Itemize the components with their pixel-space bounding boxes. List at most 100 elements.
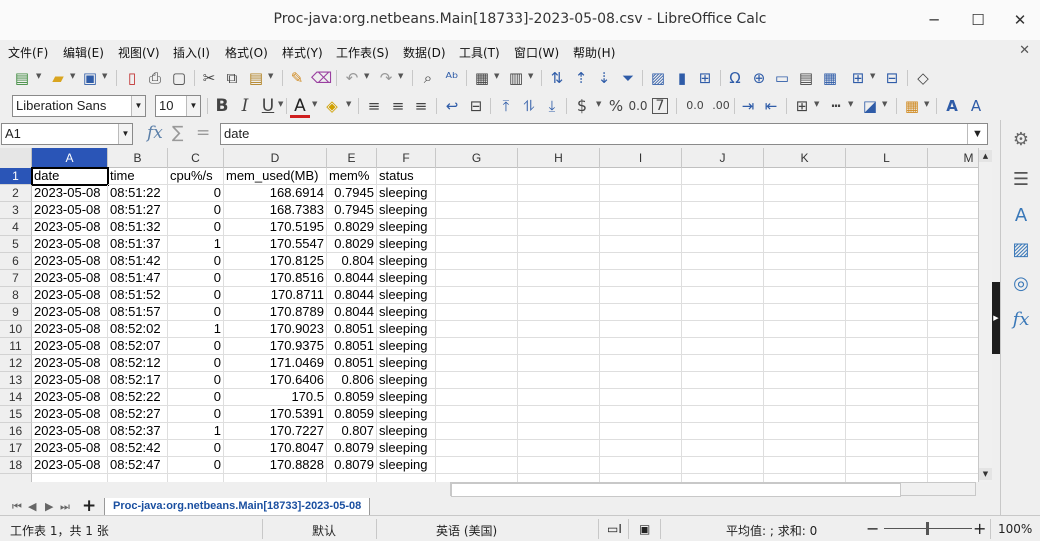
- cell-b9[interactable]: 08:51:57: [108, 304, 168, 321]
- cell-f13[interactable]: sleeping: [377, 372, 436, 389]
- row-header[interactable]: 15: [0, 406, 32, 423]
- row-icon[interactable]: ▦: [472, 68, 492, 88]
- cell-e13[interactable]: 0.806: [327, 372, 377, 389]
- cell-a17[interactable]: 2023-05-08: [32, 440, 108, 457]
- border-color-dropdown-icon[interactable]: ▼: [882, 100, 887, 108]
- cell-jnext[interactable]: [682, 474, 764, 482]
- sort-ascending-icon[interactable]: ⇡: [571, 68, 591, 88]
- cell-k15[interactable]: [764, 406, 846, 423]
- cell-g3[interactable]: [436, 202, 518, 219]
- percent-button[interactable]: %: [606, 96, 626, 116]
- cell-e11[interactable]: 0.8051: [327, 338, 377, 355]
- sum-icon[interactable]: ∑: [172, 123, 183, 143]
- cell-f7[interactable]: sleeping: [377, 270, 436, 287]
- cell-b14[interactable]: 08:52:22: [108, 389, 168, 406]
- column-icon[interactable]: ▥: [506, 68, 526, 88]
- row-dropdown-icon[interactable]: ▼: [494, 72, 499, 80]
- insert-chart-icon[interactable]: ▮: [672, 68, 692, 88]
- equals-icon[interactable]: =: [196, 123, 210, 143]
- cell-i14[interactable]: [600, 389, 682, 406]
- sheet-tab-active[interactable]: Proc-java:org.netbeans.Main[18733]-2023-…: [104, 498, 371, 516]
- cell-d4[interactable]: 170.5195: [224, 219, 327, 236]
- redo-dropdown-icon[interactable]: ▼: [398, 72, 403, 80]
- cell-a9[interactable]: 2023-05-08: [32, 304, 108, 321]
- cell-gnext[interactable]: [436, 474, 518, 482]
- column-header-m[interactable]: M: [928, 148, 978, 168]
- cell-d1[interactable]: mem_used(MB): [224, 168, 327, 185]
- menu-window[interactable]: 窗口(W): [514, 44, 559, 61]
- hyperlink-icon[interactable]: ⊕: [749, 68, 769, 88]
- select-all-corner[interactable]: [0, 148, 32, 168]
- decrease-indent-icon[interactable]: ⇤: [761, 96, 781, 116]
- column-header-j[interactable]: J: [682, 148, 764, 168]
- cell-f10[interactable]: sleeping: [377, 321, 436, 338]
- cell-e3[interactable]: 0.7945: [327, 202, 377, 219]
- cell-i16[interactable]: [600, 423, 682, 440]
- cell-a3[interactable]: 2023-05-08: [32, 202, 108, 219]
- cell-j8[interactable]: [682, 287, 764, 304]
- cell-m18[interactable]: [928, 457, 978, 474]
- cell-h8[interactable]: [518, 287, 600, 304]
- print-preview-icon[interactable]: ▢: [169, 68, 189, 88]
- menu-edit[interactable]: 编辑(E): [63, 44, 104, 61]
- cell-g6[interactable]: [436, 253, 518, 270]
- cell-d12[interactable]: 171.0469: [224, 355, 327, 372]
- cell-c17[interactable]: 0: [168, 440, 224, 457]
- cell-i13[interactable]: [600, 372, 682, 389]
- expand-formula-icon[interactable]: ▼: [967, 124, 987, 144]
- cell-h11[interactable]: [518, 338, 600, 355]
- row-header[interactable]: 1: [0, 168, 32, 185]
- cell-l1[interactable]: [846, 168, 928, 185]
- cell-d5[interactable]: 170.5547: [224, 236, 327, 253]
- row-header[interactable]: 17: [0, 440, 32, 457]
- cell-inext[interactable]: [600, 474, 682, 482]
- cell-b16[interactable]: 08:52:37: [108, 423, 168, 440]
- cell-k18[interactable]: [764, 457, 846, 474]
- cell-l18[interactable]: [846, 457, 928, 474]
- cell-a4[interactable]: 2023-05-08: [32, 219, 108, 236]
- cell-g17[interactable]: [436, 440, 518, 457]
- cell-j14[interactable]: [682, 389, 764, 406]
- column-dropdown-icon[interactable]: ▼: [528, 72, 533, 80]
- cell-j4[interactable]: [682, 219, 764, 236]
- properties-icon[interactable]: ☰: [1009, 168, 1033, 192]
- cell-dnext[interactable]: [224, 474, 327, 482]
- cell-k14[interactable]: [764, 389, 846, 406]
- border-color-icon[interactable]: ◪: [860, 96, 880, 116]
- scroll-down-icon[interactable]: ▼: [979, 468, 992, 480]
- cell-j6[interactable]: [682, 253, 764, 270]
- cell-a13[interactable]: 2023-05-08: [32, 372, 108, 389]
- cell-l12[interactable]: [846, 355, 928, 372]
- cell-i12[interactable]: [600, 355, 682, 372]
- cell-h16[interactable]: [518, 423, 600, 440]
- zoom-level[interactable]: 100%: [998, 522, 1032, 536]
- cell-e16[interactable]: 0.807: [327, 423, 377, 440]
- cell-knext[interactable]: [764, 474, 846, 482]
- cell-d13[interactable]: 170.6406: [224, 372, 327, 389]
- export-pdf-icon[interactable]: ▯: [122, 68, 142, 88]
- cell-d15[interactable]: 170.5391: [224, 406, 327, 423]
- row-header[interactable]: 3: [0, 202, 32, 219]
- cell-g4[interactable]: [436, 219, 518, 236]
- cell-f17[interactable]: sleeping: [377, 440, 436, 457]
- functions-icon[interactable]: fx: [1009, 308, 1033, 332]
- cell-i1[interactable]: [600, 168, 682, 185]
- cell-d8[interactable]: 170.8711: [224, 287, 327, 304]
- cell-i9[interactable]: [600, 304, 682, 321]
- cell-c6[interactable]: 0: [168, 253, 224, 270]
- cell-anext[interactable]: [32, 474, 108, 482]
- cell-i3[interactable]: [600, 202, 682, 219]
- cell-j11[interactable]: [682, 338, 764, 355]
- increase-font-icon[interactable]: A: [942, 96, 962, 116]
- cell-m6[interactable]: [928, 253, 978, 270]
- pivot-table-icon[interactable]: ⊞: [695, 68, 715, 88]
- cell-h10[interactable]: [518, 321, 600, 338]
- cell-m7[interactable]: [928, 270, 978, 287]
- cell-k16[interactable]: [764, 423, 846, 440]
- cut-icon[interactable]: ✂: [199, 68, 219, 88]
- redo-icon[interactable]: ↷: [376, 68, 396, 88]
- row-header[interactable]: 13: [0, 372, 32, 389]
- cell-j18[interactable]: [682, 457, 764, 474]
- cell-m16[interactable]: [928, 423, 978, 440]
- clear-formatting-icon[interactable]: ⌫: [311, 68, 332, 88]
